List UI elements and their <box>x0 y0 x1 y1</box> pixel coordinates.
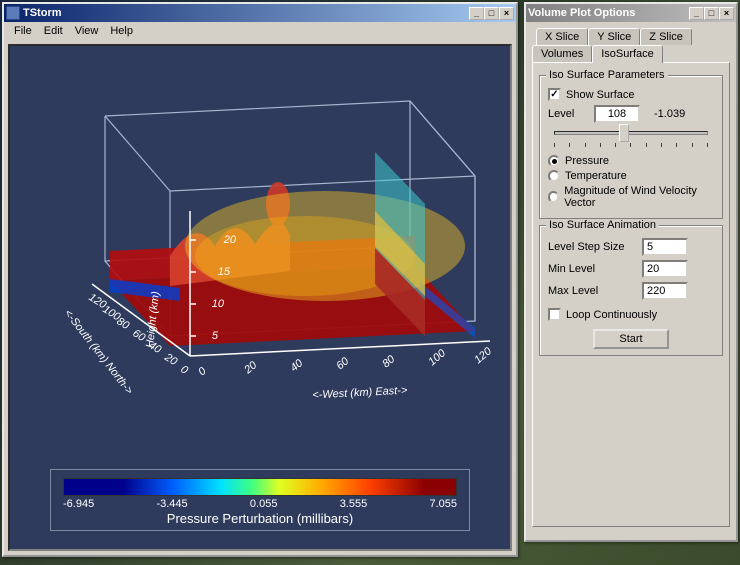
step-size-label: Level Step Size <box>548 241 636 253</box>
z-tick-3: 20 <box>223 234 237 246</box>
radio-temperature[interactable] <box>548 170 560 182</box>
svg-text:120: 120 <box>472 345 494 367</box>
options-minimize-button[interactable]: _ <box>689 7 704 20</box>
iso-params-group: Iso Surface Parameters ✓ Show Surface Le… <box>539 75 723 219</box>
menu-edit[interactable]: Edit <box>38 24 69 38</box>
close-button[interactable]: × <box>499 7 514 20</box>
tab-y-slice[interactable]: Y Slice <box>588 28 640 45</box>
main-window[interactable]: TStorm _ □ × File Edit View Help <box>2 2 518 557</box>
tab-z-slice[interactable]: Z Slice <box>640 28 692 45</box>
iso-anim-group: Iso Surface Animation Level Step Size Mi… <box>539 225 723 356</box>
cb-tick-0: -6.945 <box>63 498 94 510</box>
app-icon <box>6 6 20 20</box>
cb-tick-2: 0.055 <box>250 498 278 510</box>
loop-label: Loop Continuously <box>566 309 657 321</box>
colorbar: -6.945 -3.445 0.055 3.555 7.055 Pressure… <box>50 469 470 531</box>
z-tick-0: 5 <box>212 330 219 342</box>
z-tick-2: 15 <box>218 266 231 278</box>
svg-text:80: 80 <box>380 353 398 371</box>
cb-tick-3: 3.555 <box>340 498 368 510</box>
colorbar-ticks: -6.945 -3.445 0.055 3.555 7.055 <box>63 498 457 510</box>
radio-pressure-label: Pressure <box>565 155 609 167</box>
tab-volumes[interactable]: Volumes <box>532 45 592 62</box>
level-slider-thumb[interactable] <box>619 124 629 142</box>
radio-magnitude[interactable] <box>548 191 559 203</box>
isosurface-panel: Iso Surface Parameters ✓ Show Surface Le… <box>532 62 730 527</box>
tab-row-back: X Slice Y Slice Z Slice <box>536 28 730 45</box>
cb-tick-1: -3.445 <box>156 498 187 510</box>
radio-pressure[interactable] <box>548 155 560 167</box>
colorbar-title: Pressure Perturbation (millibars) <box>63 511 457 526</box>
options-titlebar[interactable]: Volume Plot Options _ □ × <box>526 4 736 22</box>
level-label: Level <box>548 108 588 120</box>
svg-text:20: 20 <box>241 359 260 377</box>
tab-row-front: Volumes IsoSurface <box>532 45 730 62</box>
svg-text:40: 40 <box>288 357 306 375</box>
level-slider[interactable] <box>554 131 708 135</box>
show-surface-label: Show Surface <box>566 89 634 101</box>
options-title: Volume Plot Options <box>528 7 689 19</box>
menu-help[interactable]: Help <box>104 24 139 38</box>
svg-text:0: 0 <box>178 363 190 377</box>
start-button[interactable]: Start <box>593 329 668 349</box>
show-surface-checkbox[interactable]: ✓ <box>548 88 561 101</box>
x-axis-label: <-West (km) East-> <box>312 384 408 401</box>
min-level-input[interactable] <box>642 260 688 278</box>
menubar: File Edit View Help <box>4 22 516 40</box>
radio-temperature-label: Temperature <box>565 170 627 182</box>
level-input[interactable] <box>594 105 640 123</box>
svg-text:100: 100 <box>426 347 448 369</box>
iso-anim-title: Iso Surface Animation <box>546 219 659 231</box>
plot-area[interactable]: 5 10 15 20 Height (km) 0 20 40 60 80 100… <box>8 44 512 551</box>
options-close-button[interactable]: × <box>719 7 734 20</box>
main-title: TStorm <box>23 7 469 19</box>
options-maximize-button[interactable]: □ <box>704 7 719 20</box>
z-tick-1: 10 <box>212 298 225 310</box>
loop-checkbox[interactable] <box>548 308 561 321</box>
svg-text:0: 0 <box>196 365 209 379</box>
svg-text:20: 20 <box>162 351 180 369</box>
tab-x-slice[interactable]: X Slice <box>536 28 588 45</box>
level-slider-ticks <box>554 143 708 147</box>
radio-magnitude-label: Magnitude of Wind Velocity Vector <box>564 185 714 209</box>
max-level-input[interactable] <box>642 282 688 300</box>
volume-plot-3d[interactable]: 5 10 15 20 Height (km) 0 20 40 60 80 100… <box>20 86 500 446</box>
maximize-button[interactable]: □ <box>484 7 499 20</box>
colorbar-gradient <box>63 478 457 496</box>
options-window[interactable]: Volume Plot Options _ □ × X Slice Y Slic… <box>524 2 738 542</box>
menu-view[interactable]: View <box>69 24 105 38</box>
level-readout: -1.039 <box>654 108 685 120</box>
iso-params-title: Iso Surface Parameters <box>546 69 668 81</box>
minimize-button[interactable]: _ <box>469 7 484 20</box>
svg-text:60: 60 <box>334 355 352 373</box>
step-size-input[interactable] <box>642 238 688 256</box>
max-level-label: Max Level <box>548 285 636 297</box>
min-level-label: Min Level <box>548 263 636 275</box>
tab-isosurface[interactable]: IsoSurface <box>592 45 663 63</box>
menu-file[interactable]: File <box>8 24 38 38</box>
main-titlebar[interactable]: TStorm _ □ × <box>4 4 516 22</box>
cb-tick-4: 7.055 <box>429 498 457 510</box>
